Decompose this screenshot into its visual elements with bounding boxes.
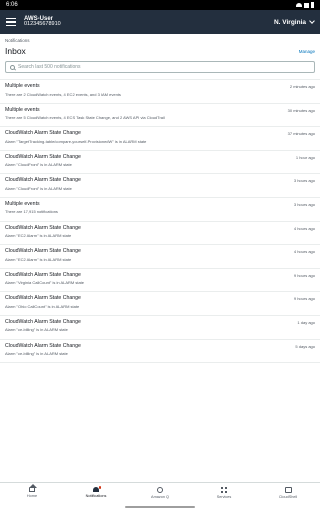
list-item[interactable]: CloudWatch Alarm State Change 37 minutes … <box>0 127 320 151</box>
manage-link[interactable]: Manage <box>299 49 315 54</box>
account-info[interactable]: AWS-User 012345678910 <box>24 16 61 28</box>
nav-services[interactable]: Services <box>192 483 256 502</box>
status-icons <box>296 2 314 8</box>
nav-label: Amazon Q <box>151 494 169 499</box>
list-item[interactable]: CloudWatch Alarm State Change 1 day ago A… <box>0 316 320 340</box>
nav-label: Services <box>216 494 232 499</box>
gesture-pill[interactable] <box>125 506 195 508</box>
notification-desc: Alarm "EC2 Alarm" is in ALARM state <box>5 233 72 239</box>
notification-title: CloudWatch Alarm State Change <box>5 271 81 278</box>
notification-time: 9 hours ago <box>293 296 315 302</box>
notification-desc: Alarm "TargetTracking-table/compare-your… <box>5 138 147 144</box>
notification-title: Multiple events <box>5 83 40 89</box>
account-id: 012345678910 <box>24 21 61 28</box>
notification-desc: Alarm "Ohio CallCount" is in ALARM state <box>5 303 80 309</box>
notification-desc: There are 17,915 notifications <box>5 209 58 215</box>
notification-time: 1 hour ago <box>295 154 315 160</box>
status-time: 6:06 <box>6 2 18 8</box>
notification-title: CloudWatch Alarm State Change <box>5 248 81 255</box>
notification-desc: There are 2 CloudWatch events, 4 EC2 eve… <box>5 91 121 97</box>
notification-desc: Alarm "EC2 Alarm" is in ALARM state <box>5 256 72 262</box>
notification-title: Multiple events <box>5 200 40 207</box>
list-item[interactable]: CloudWatch Alarm State Change 9 hours ago… <box>0 269 320 293</box>
notification-time: 4 hours ago <box>293 249 315 255</box>
notification-desc: Alarm "CloudFront" is in ALARM state <box>5 185 72 191</box>
list-item[interactable]: CloudWatch Alarm State Change 4 hours ago… <box>0 222 320 246</box>
notification-time: 37 minutes ago <box>287 131 315 137</box>
list-item[interactable]: Multiple events 3 hours ago There are 17,… <box>0 198 320 222</box>
menu-icon[interactable] <box>6 18 16 26</box>
notification-desc: There are 5 CloudWatch events, 4 ECS Tas… <box>5 115 165 121</box>
notification-title: CloudWatch Alarm State Change <box>5 177 81 184</box>
region-label: N. Virginia <box>273 18 306 26</box>
list-item[interactable]: CloudWatch Alarm State Change 1 hour ago … <box>0 151 320 175</box>
list-item[interactable]: CloudWatch Alarm State Change 3 hours ago… <box>0 174 320 198</box>
notification-title: CloudWatch Alarm State Change <box>5 295 81 302</box>
list-item[interactable]: CloudWatch Alarm State Change 4 hours ago… <box>0 245 320 269</box>
bell-icon <box>93 486 101 492</box>
home-icon <box>29 484 37 492</box>
notification-time: 4 hours ago <box>293 225 315 231</box>
battery-icon <box>311 2 314 8</box>
list-item[interactable]: CloudWatch Alarm State Change 5 days ago … <box>0 340 320 364</box>
list-item[interactable]: Multiple events 2 minutes ago There are 2… <box>0 80 320 104</box>
notification-time: 2 minutes ago <box>289 84 315 89</box>
notification-title: CloudWatch Alarm State Change <box>5 318 81 325</box>
nav-notifications[interactable]: Notifications <box>64 483 128 502</box>
wifi-icon <box>296 3 302 7</box>
status-bar: 6:06 <box>0 0 320 10</box>
notification-title: CloudWatch Alarm State Change <box>5 224 81 231</box>
notification-title: CloudWatch Alarm State Change <box>5 153 81 160</box>
notification-desc: Alarm "CloudFront" is in ALARM state <box>5 162 72 168</box>
nav-label: Notifications <box>85 494 107 498</box>
notification-time: 9 hours ago <box>293 272 315 278</box>
search-input[interactable]: Search last 500 notifications <box>5 61 315 73</box>
notification-desc: Alarm "ce-billing" is in ALARM state <box>5 327 68 333</box>
notification-title: Multiple events <box>5 106 40 113</box>
notification-time: 30 minutes ago <box>287 107 315 113</box>
page-header: Notifications Inbox Manage <box>0 34 320 56</box>
list-item[interactable]: CloudWatch Alarm State Change 9 hours ago… <box>0 292 320 316</box>
notification-time: 1 day ago <box>297 319 315 325</box>
system-nav-bar <box>0 502 320 512</box>
notification-title: CloudWatch Alarm State Change <box>5 130 81 137</box>
nav-home[interactable]: Home <box>0 483 64 502</box>
search-icon <box>10 64 15 70</box>
notification-title: CloudWatch Alarm State Change <box>5 342 81 349</box>
signal-icon <box>304 2 309 8</box>
notification-desc: Alarm "Virginia CallCount" is in ALARM s… <box>5 280 85 286</box>
amazon-q-icon <box>157 486 163 493</box>
page-title: Inbox <box>5 46 26 56</box>
chevron-down-icon <box>309 18 315 24</box>
grid-icon <box>221 486 227 493</box>
notification-time: 5 days ago <box>295 343 315 349</box>
list-item[interactable]: Multiple events 30 minutes ago There are … <box>0 104 320 128</box>
notification-time: 3 hours ago <box>293 201 315 207</box>
search-placeholder: Search last 500 notifications <box>18 64 81 70</box>
terminal-icon <box>284 486 292 493</box>
notification-list: Multiple events 2 minutes ago There are 2… <box>0 79 320 364</box>
nav-amazon-q[interactable]: Amazon Q <box>128 483 192 502</box>
notification-desc: Alarm "ce-billing" is in ALARM state <box>5 351 68 357</box>
bottom-nav: Home Notifications Amazon Q Services Clo… <box>0 482 320 502</box>
notification-time: 3 hours ago <box>293 178 315 184</box>
nav-label: Home <box>26 494 38 498</box>
app-bar: AWS-User 012345678910 N. Virginia <box>0 10 320 34</box>
breadcrumb[interactable]: Notifications <box>5 38 315 43</box>
nav-label: CloudShell <box>278 494 298 499</box>
nav-cloudshell[interactable]: CloudShell <box>256 483 320 502</box>
region-selector[interactable]: N. Virginia <box>273 18 315 26</box>
